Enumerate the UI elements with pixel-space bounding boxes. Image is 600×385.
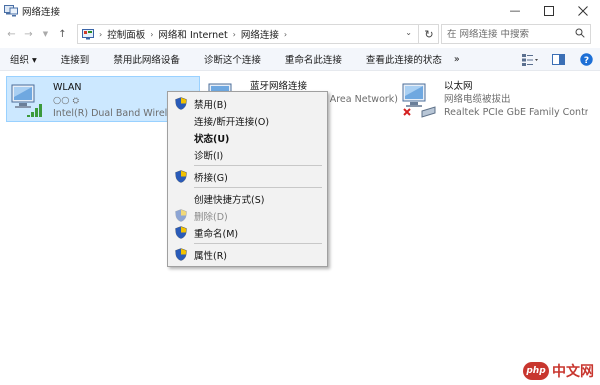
wireless-adapter-icon: [11, 82, 45, 120]
ethernet-adapter-icon: [402, 81, 436, 119]
php-logo: php: [523, 362, 549, 380]
menu-item-label: 桥接(G): [194, 172, 228, 184]
menu-separator: [194, 187, 322, 188]
menu-separator: [194, 243, 322, 244]
navigation-bar: ← → ▼ ↑ › 控制面板 › 网络和 Internet › 网络连接 › ⌄…: [0, 23, 600, 45]
rename-connection-button[interactable]: 重命名此连接: [285, 52, 342, 66]
command-bar: 组织 ▾ 连接到 禁用此网络设备 诊断这个连接 重命名此连接 查看此连接的状态 …: [0, 48, 600, 71]
diagnose-connection-button[interactable]: 诊断这个连接: [204, 52, 261, 66]
change-view-button[interactable]: [520, 50, 540, 70]
address-dropdown-icon[interactable]: ⌄: [405, 28, 412, 37]
menu-item-label: 属性(R): [194, 250, 228, 262]
menu-item-label: 禁用(B): [194, 99, 227, 111]
svg-text:?: ?: [583, 56, 588, 66]
menu-item-rename[interactable]: 重命名(M): [168, 224, 327, 241]
arrow-right-icon: →: [24, 28, 33, 40]
preview-pane-icon: [551, 54, 565, 65]
close-button[interactable]: [566, 0, 600, 21]
menu-item-label: 状态(U): [194, 133, 230, 145]
uac-shield-icon: [175, 97, 187, 110]
menu-item-create-shortcut[interactable]: 创建快捷方式(S): [168, 190, 327, 207]
menu-item-connect-disconnect[interactable]: 连接/断开连接(O): [168, 112, 327, 129]
menu-item-disable[interactable]: 禁用(B): [168, 95, 327, 112]
up-button[interactable]: ↑: [54, 24, 71, 44]
connection-adapter: Realtek PCIe GbE Family Controller: [444, 107, 588, 118]
chevron-down-icon: ▼: [42, 30, 49, 38]
breadcrumb-separator: ›: [232, 29, 236, 39]
search-input[interactable]: [447, 28, 572, 40]
menu-separator: [194, 165, 322, 166]
breadcrumb-separator: ›: [283, 29, 288, 39]
organize-menu[interactable]: 组织 ▾: [10, 52, 37, 66]
uac-shield-icon: [175, 248, 187, 261]
preview-pane-button[interactable]: [548, 50, 568, 70]
address-bar[interactable]: › 控制面板 › 网络和 Internet › 网络连接 › ⌄: [77, 24, 439, 44]
connection-item-ethernet[interactable]: 以太网 网络电缆被拔出 Realtek PCIe GbE Family Cont…: [398, 76, 594, 122]
maximize-icon: [544, 5, 554, 16]
refresh-icon: ↻: [424, 27, 434, 41]
back-button[interactable]: ←: [3, 24, 20, 44]
search-box[interactable]: [441, 24, 591, 44]
menu-item-bridge[interactable]: 桥接(G): [168, 168, 327, 185]
connection-name: WLAN: [53, 82, 82, 93]
view-status-button[interactable]: 查看此连接的状态: [366, 52, 442, 66]
maximize-button[interactable]: [532, 0, 566, 21]
connection-name: 以太网: [444, 81, 473, 92]
minimize-icon: —: [509, 4, 521, 17]
menu-item-label: 连接/断开连接(O): [194, 116, 270, 128]
control-panel-icon: [82, 28, 94, 39]
breadcrumb-control-panel[interactable]: 控制面板: [107, 27, 145, 41]
breadcrumb-separator: ›: [99, 29, 103, 39]
menu-item-label: 重命名(M): [194, 228, 239, 240]
refresh-button[interactable]: ↻: [418, 24, 439, 44]
uac-shield-icon: [175, 226, 187, 239]
watermark-text: 中文网: [552, 364, 594, 380]
more-commands-button[interactable]: »: [454, 54, 460, 65]
connect-to-button[interactable]: 连接到: [61, 52, 90, 66]
help-button[interactable]: ?: [576, 50, 596, 70]
menu-item-status[interactable]: 状态(U): [168, 129, 327, 146]
uac-shield-icon: [175, 209, 187, 222]
arrow-up-icon: ↑: [58, 28, 67, 40]
title-bar: 网络连接 —: [0, 0, 600, 21]
context-menu: 禁用(B) 连接/断开连接(O) 状态(U) 诊断(I) 桥接(G) 创建快捷方…: [167, 91, 328, 267]
connection-status: ○○ ⛭: [53, 95, 80, 106]
breadcrumb-network-internet[interactable]: 网络和 Internet: [158, 27, 227, 41]
window-title: 网络连接: [22, 6, 61, 18]
menu-item-diagnose[interactable]: 诊断(I): [168, 146, 327, 163]
breadcrumb-network-connections[interactable]: 网络连接: [241, 27, 279, 41]
menu-item-label: 创建快捷方式(S): [194, 194, 265, 206]
network-connections-icon: [4, 4, 18, 16]
arrow-left-icon: ←: [7, 28, 16, 40]
menu-item-properties[interactable]: 属性(R): [168, 246, 327, 263]
network-globe-icon: ⛭: [72, 96, 80, 105]
menu-item-label: 诊断(I): [194, 150, 224, 162]
connection-adapter: Intel(R) Dual Band Wireless-AC 3168: [53, 108, 173, 119]
forward-button[interactable]: →: [20, 24, 37, 44]
disable-device-button[interactable]: 禁用此网络设备: [113, 52, 180, 66]
search-icon: [575, 28, 585, 41]
menu-item-label: 删除(D): [194, 211, 228, 223]
connection-status: 网络电缆被拔出: [444, 94, 511, 105]
close-icon: [578, 5, 588, 16]
view-options-icon: [522, 53, 538, 66]
minimize-button[interactable]: —: [498, 0, 532, 21]
help-icon: ?: [579, 53, 593, 66]
recent-locations-button[interactable]: ▼: [37, 24, 54, 44]
menu-item-delete: 删除(D): [168, 207, 327, 224]
watermark: php 中文网: [523, 361, 594, 381]
uac-shield-icon: [175, 170, 187, 183]
breadcrumb-separator: ›: [150, 29, 154, 39]
